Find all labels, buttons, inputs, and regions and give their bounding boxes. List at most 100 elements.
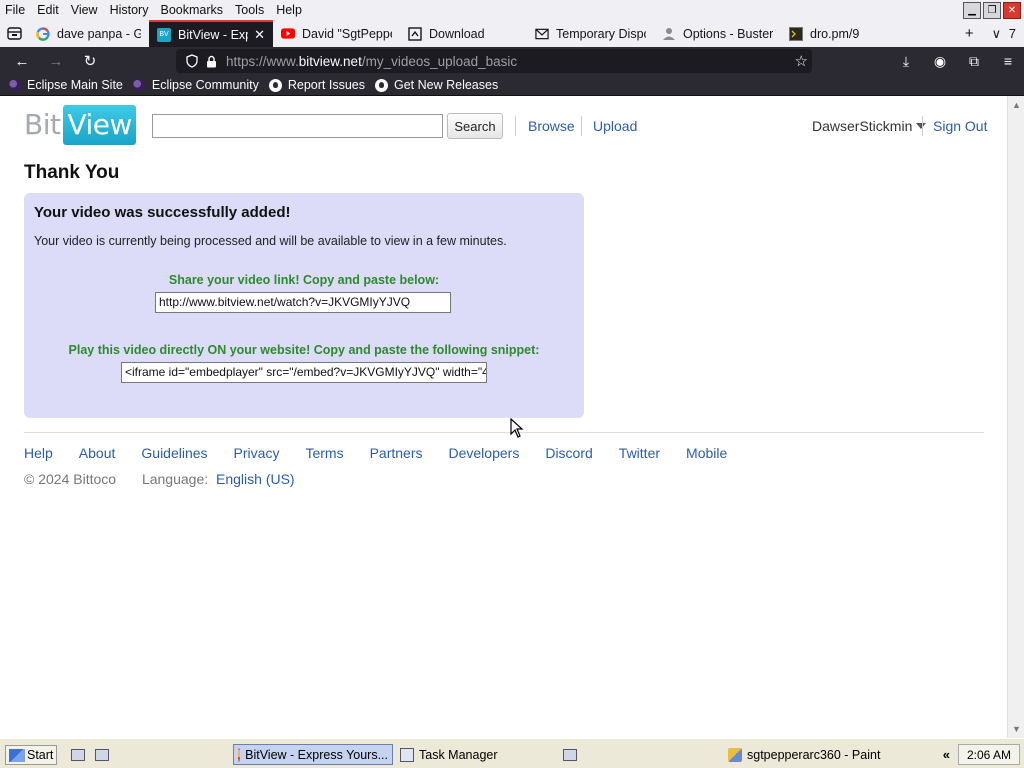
quick-launch-icon[interactable] [95, 749, 109, 761]
footer-link-terms[interactable]: Terms [305, 445, 343, 461]
toolbar-right-icons: ⤓ ◉ ⧉ ≡ [896, 47, 1018, 75]
menu-help[interactable]: Help [270, 0, 308, 20]
bookmark-get-new-releases[interactable]: Get New Releases [374, 78, 499, 92]
taskbar-item-label: Task Manager [419, 747, 498, 762]
taskbar-blank-icon[interactable] [563, 749, 577, 761]
taskbar-item-task-manager[interactable]: Task Manager [396, 744, 556, 765]
scroll-down-arrow-icon[interactable]: ▼ [1012, 724, 1021, 734]
bookmark-eclipse-community[interactable]: Eclipse Community [133, 78, 259, 92]
taskbar-item-paint[interactable]: sgtpepperarc360 - Paint [724, 744, 924, 765]
tab-dropm[interactable]: dro.pm/9 [781, 20, 908, 47]
close-tab-icon[interactable]: ✕ [254, 27, 265, 43]
system-tray: « 2:06 AM [943, 744, 1020, 765]
restore-button[interactable]: ❐ [983, 2, 1001, 19]
page-viewport: Bit View Search Browse Upload DawserStic… [0, 96, 1007, 738]
back-arrow-icon: ← [14, 52, 30, 70]
bookmark-eclipse-main[interactable]: Eclipse Main Site [8, 78, 123, 92]
footer-link-guidelines[interactable]: Guidelines [141, 445, 207, 461]
footer-link-help[interactable]: Help [24, 445, 53, 461]
page-scrollbar[interactable]: ▲ ▼ [1007, 96, 1024, 738]
menu-bookmarks[interactable]: Bookmarks [154, 0, 229, 20]
eclipse-icon [8, 79, 21, 92]
tab-list-button[interactable]: ∨ 7 [992, 26, 1016, 42]
downloads-icon[interactable]: ⤓ [896, 53, 916, 70]
tab-title: dave panpa - Gc [57, 26, 141, 41]
start-label: Start [27, 748, 54, 762]
show-desktop-icon[interactable] [71, 749, 85, 761]
footer-link-twitter[interactable]: Twitter [619, 445, 660, 461]
header-divider [581, 116, 582, 136]
tab-google[interactable]: dave panpa - Gc [28, 20, 149, 47]
language-selector[interactable]: English (US) [216, 471, 295, 487]
username: DawserStickmin [812, 118, 913, 134]
footer-link-about[interactable]: About [79, 445, 116, 461]
menu-edit[interactable]: Edit [31, 0, 65, 20]
site-search-input[interactable] [152, 114, 443, 138]
tab-bitview[interactable]: BV BitView - Exp ✕ [149, 20, 273, 47]
tab-count: 7 [1008, 25, 1016, 41]
sign-out-link[interactable]: Sign Out [933, 118, 987, 134]
upload-link[interactable]: Upload [593, 118, 637, 134]
reload-icon: ↻ [83, 53, 97, 70]
url-prefix: https://www. [226, 53, 299, 69]
taskbar-item-firefox[interactable]: BitView - Express Yours... [233, 744, 393, 765]
forward-arrow-icon: → [48, 52, 64, 70]
taskbar-item-label: sgtpepperarc360 - Paint [747, 747, 881, 762]
tab-youtube[interactable]: David "SgtPeppe [273, 20, 400, 47]
language-label: Language: [141, 471, 209, 487]
tab-buster-options[interactable]: Options - Buster [654, 20, 781, 47]
footer-link-partners[interactable]: Partners [370, 445, 423, 461]
tab-title: Options - Buster [683, 26, 773, 41]
close-window-button[interactable]: ✕ [1003, 2, 1021, 19]
upload-success-box: Your video was successfully added! Your … [24, 193, 584, 418]
reload-button[interactable]: ↻ [73, 47, 107, 75]
url-bar[interactable]: https://www.bitview.net/my_videos_upload… [176, 49, 812, 73]
footer-link-privacy[interactable]: Privacy [234, 445, 280, 461]
lock-icon[interactable] [206, 55, 217, 68]
firefox-icon [238, 747, 241, 762]
embed-snippet-field[interactable]: <iframe id="embedplayer" src="/embed?v=J… [121, 362, 487, 383]
tab-temp-mail[interactable]: Temporary Dispo [527, 20, 654, 47]
account-icon[interactable]: ◉ [930, 53, 950, 70]
user-menu[interactable]: DawserStickmin [812, 118, 927, 134]
back-button[interactable]: ← [5, 47, 39, 75]
share-link-label: Share your video link! Copy and paste be… [168, 273, 440, 287]
url-text[interactable]: https://www.bitview.net/my_videos_upload… [226, 54, 517, 69]
google-icon [36, 26, 50, 41]
bitview-icon: BV [157, 27, 171, 42]
search-button[interactable]: Search [447, 113, 503, 139]
shield-icon[interactable] [185, 54, 198, 68]
footer-link-mobile[interactable]: Mobile [686, 445, 727, 461]
taskbar: Start BitView - Express Yours... Task Ma… [0, 738, 1024, 768]
chevron-down-icon: ∨ [991, 25, 1002, 41]
share-link-field[interactable]: http://www.bitview.net/watch?v=JKVGMIyYJ… [155, 292, 451, 313]
menu-history[interactable]: History [104, 0, 155, 20]
new-tab-plus-icon[interactable]: + [965, 25, 974, 42]
firefox-view-button[interactable] [0, 20, 28, 47]
footer-link-discord[interactable]: Discord [545, 445, 592, 461]
menu-file[interactable]: File [0, 0, 31, 20]
scroll-up-arrow-icon[interactable]: ▲ [1012, 100, 1021, 110]
minimize-button[interactable]: ▁ [963, 2, 981, 19]
github-icon [374, 78, 388, 92]
footer-link-developers[interactable]: Developers [449, 445, 520, 461]
bookmark-report-issues[interactable]: Report Issues [268, 78, 365, 92]
header-divider [922, 116, 923, 136]
menu-tools[interactable]: Tools [229, 0, 270, 20]
menu-view[interactable]: View [65, 0, 104, 20]
bookmark-star-icon[interactable]: ☆ [795, 52, 808, 70]
bitview-logo[interactable]: Bit View [24, 105, 136, 145]
task-manager-icon [400, 747, 414, 762]
start-button[interactable]: Start [5, 745, 58, 765]
forward-button[interactable]: → [39, 47, 73, 75]
tab-download[interactable]: Download [400, 20, 527, 47]
tray-expand-icon[interactable]: « [943, 747, 950, 762]
tab-title: Download [429, 26, 485, 41]
eclipse-icon [133, 79, 146, 92]
hamburger-menu-icon[interactable]: ≡ [998, 53, 1018, 69]
browse-link[interactable]: Browse [528, 118, 575, 134]
extensions-icon[interactable]: ⧉ [964, 53, 984, 70]
embed-snippet-label: Play this video directly ON your website… [68, 343, 540, 357]
clock[interactable]: 2:06 AM [957, 744, 1020, 765]
bookmark-label: Get New Releases [393, 78, 499, 92]
